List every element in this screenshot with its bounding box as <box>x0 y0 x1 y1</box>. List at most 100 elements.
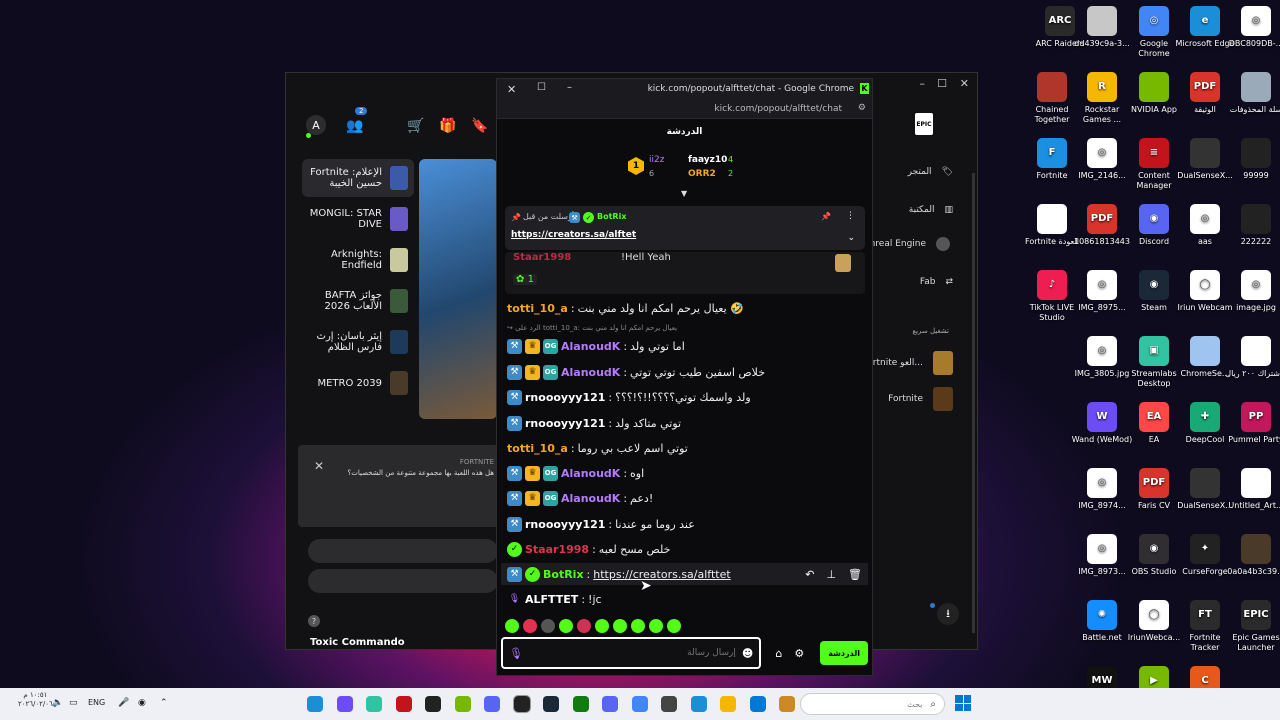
xbox-icon[interactable] <box>572 696 589 712</box>
desktop-icon[interactable]: PP Pummel Party <box>1225 402 1280 445</box>
friends-icon[interactable]: 👥 <box>343 114 367 138</box>
address-bar[interactable]: kick.com/popout/alfttet/chat ⚙ <box>497 99 872 119</box>
desktop-icon[interactable]: Untitled_Art... <box>1225 468 1280 511</box>
quick-item-fortnite[interactable]: Fortnite <box>888 387 953 411</box>
emote-icon[interactable] <box>505 619 519 633</box>
maximize-icon[interactable]: ☐ <box>537 82 546 93</box>
nav-fab[interactable]: Fab ⇄ <box>920 277 953 287</box>
epic-games-icon[interactable] <box>512 695 531 713</box>
chat-message[interactable]: ⚒ ♛ OG AlanoudK: اما توتي ولد <box>507 335 862 357</box>
desktop-icon[interactable]: سلة المحذوفات <box>1225 72 1280 115</box>
chat-username[interactable]: totti_10_a <box>507 442 568 455</box>
desktop-icon[interactable]: EPIC Epic Games Launcher <box>1225 600 1280 653</box>
pinned-link[interactable]: https://creators.sa/alftet <box>511 230 636 240</box>
download-icon[interactable]: ⭳ <box>937 603 959 625</box>
desktop-icon[interactable]: 222222 <box>1225 204 1280 247</box>
chat-message[interactable]: 🎙 ALFTTET: !jc <box>507 588 862 610</box>
discord-icon[interactable] <box>484 696 500 712</box>
chevron-down-icon[interactable]: ⌄ <box>847 233 855 243</box>
leader-3-name[interactable]: ORR2 <box>688 169 716 179</box>
epic-logo[interactable]: EPIC <box>915 113 933 135</box>
emote-icon[interactable] <box>667 619 681 633</box>
chat-username[interactable]: AlanoudK <box>561 492 620 505</box>
quick-item-fortnite-return[interactable]: Fortnite العو... <box>862 351 953 375</box>
help-icon[interactable]: ? <box>308 615 320 627</box>
library-item[interactable]: Fortnite الإعلام: حسين الخيبة <box>302 159 414 197</box>
chat-username[interactable]: AlanoudK <box>561 366 620 379</box>
chat-message[interactable]: ⚒ ✓ BotRix: https://creators.sa/alfttet ↶ ⊥ 🗑 <box>501 563 868 585</box>
chat-username[interactable]: ALFTTET <box>525 593 578 606</box>
maximize-icon[interactable]: ☐ <box>937 77 947 90</box>
steam-tray-icon[interactable]: ◉ <box>138 698 146 708</box>
close-icon[interactable]: ✕ <box>960 77 969 90</box>
chat-link[interactable]: https://creators.sa/alfttet <box>593 568 730 581</box>
featured-game-art[interactable] <box>419 159 497 419</box>
edge-icon[interactable] <box>690 696 707 712</box>
cart-icon[interactable]: 🛒 <box>404 114 428 138</box>
nav-library[interactable]: المكتبة ▥ <box>909 205 953 215</box>
pinned-author[interactable]: BotRix <box>597 212 626 221</box>
leader-1-name[interactable]: ii2z <box>649 155 664 165</box>
gift-icon[interactable]: ⌂ <box>775 647 782 660</box>
emote-icon[interactable] <box>559 619 573 633</box>
discord-icon[interactable] <box>602 696 618 712</box>
copilot-icon[interactable] <box>779 696 795 712</box>
chat-username[interactable]: rnoooyyy121 <box>525 417 605 430</box>
file-explorer-icon[interactable] <box>720 696 736 712</box>
emote-icon[interactable] <box>541 619 555 633</box>
close-notification-icon[interactable]: ✕ <box>314 459 324 473</box>
chrome-icon[interactable] <box>631 696 648 712</box>
send-button[interactable]: الدردشة <box>820 641 868 665</box>
nav-store[interactable]: المتجر 🏷 <box>908 167 953 177</box>
collapse-icon[interactable]: ▼ <box>681 189 687 198</box>
mic-icon[interactable]: 🎤 <box>118 698 129 708</box>
delete-icon[interactable]: 🗑 <box>848 568 862 581</box>
chat-username[interactable]: rnoooyyy121 <box>525 518 605 531</box>
reply-icon[interactable]: ↶ <box>805 568 814 581</box>
mic-icon[interactable]: 🎙 <box>509 647 523 660</box>
emote-icon[interactable] <box>523 619 537 633</box>
desktop-icon[interactable]: الاشتراك ٢٠٠ ريال <box>1225 336 1280 379</box>
partial-username[interactable]: Staar1998 <box>513 252 571 263</box>
chat-input-box[interactable]: 🎙 ☻ <box>501 637 762 669</box>
library-item[interactable]: MONGIL: STAR DIVE <box>302 200 414 238</box>
wemod-icon[interactable] <box>336 696 353 712</box>
library-item[interactable]: Arknights: Endfield <box>302 241 414 279</box>
chat-message[interactable]: ⚒ ♛ OG AlanoudK: دعم! <box>507 487 862 509</box>
clock[interactable]: ١٠:٥١ م ٢٠٢٦/٠٢/٠٦ <box>18 691 53 709</box>
library-item[interactable]: إيثر باسان: إرث فارس الظلام <box>302 323 414 361</box>
unpin-icon[interactable]: 📌 <box>821 212 831 221</box>
edge-icon[interactable] <box>307 696 323 712</box>
emote-icon[interactable] <box>613 619 627 633</box>
steam-icon[interactable] <box>543 696 559 712</box>
chat-message[interactable]: ⚒ rnoooyyy121: ولد واسمك توتي؟؟؟؟!!؟!؟؟؟ <box>507 386 862 408</box>
emote-icon[interactable] <box>631 619 645 633</box>
chat-message[interactable]: totti_10_a: توتي اسم لاعب بي روما <box>507 437 862 459</box>
network-icon[interactable]: ▭ <box>69 698 78 708</box>
nav-unreal[interactable]: Unreal Engine <box>863 237 953 251</box>
desktop-icon[interactable]: 99999 <box>1225 138 1280 181</box>
site-settings-icon[interactable]: ⚙ <box>858 103 866 113</box>
close-icon[interactable]: ✕ <box>507 83 516 96</box>
iriun-icon[interactable] <box>425 696 441 712</box>
scrollbar[interactable] <box>972 173 975 633</box>
desktop-icon[interactable]: 0a0a4b3c39... <box>1225 534 1280 577</box>
chat-username[interactable]: BotRix <box>543 568 584 581</box>
chat-message[interactable]: ⚒ rnoooyyy121: توتي متاكد ولد <box>507 412 862 434</box>
settings-icon[interactable]: ⚙ <box>794 647 804 660</box>
chevron-up-icon[interactable]: ⌃ <box>160 698 168 708</box>
reaction-count[interactable]: ✿ 1 <box>513 274 537 285</box>
volume-icon[interactable]: 🔈 <box>52 698 63 708</box>
bookmark-icon[interactable]: 🔖 <box>468 114 492 138</box>
start-button-windows-icon[interactable] <box>955 695 971 711</box>
chat-input[interactable] <box>528 648 736 658</box>
leader-2-name[interactable]: faayz10 <box>688 155 727 165</box>
library-item[interactable]: BAFTA جوائز الألعاب 2026 <box>302 282 414 320</box>
emote-icon[interactable] <box>577 619 591 633</box>
chat-username[interactable]: AlanoudK <box>561 467 620 480</box>
minimize-icon[interactable]: – <box>567 82 572 93</box>
library-item[interactable]: METRO 2039 <box>302 364 414 402</box>
photos-icon[interactable] <box>749 696 766 712</box>
streamlabs-icon[interactable] <box>366 696 382 712</box>
chat-username[interactable]: rnoooyyy121 <box>525 391 605 404</box>
